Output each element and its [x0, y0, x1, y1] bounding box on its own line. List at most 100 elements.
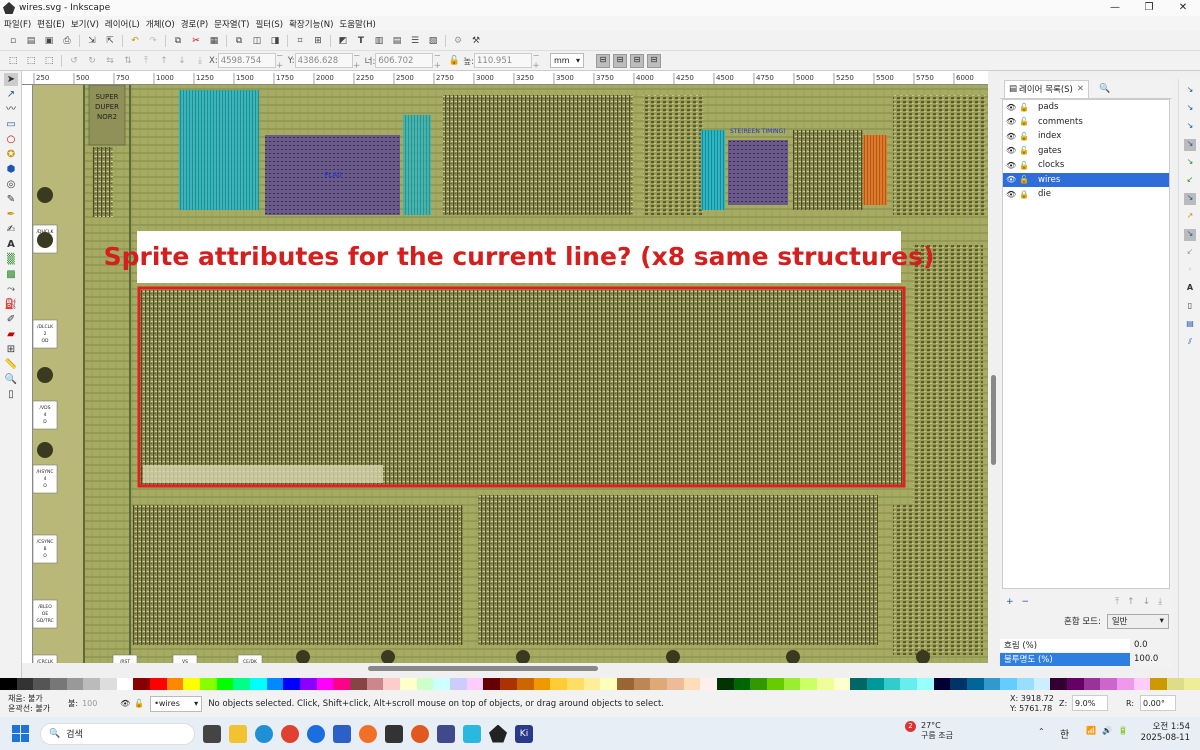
snap-bbox-icon[interactable]: ↘	[1184, 103, 1196, 115]
print-icon[interactable]: ⎙	[61, 35, 73, 47]
search-icon[interactable]: 🔍	[1099, 83, 1111, 95]
cut-icon[interactable]: ✂	[190, 35, 202, 47]
redo-icon[interactable]: ↷	[147, 35, 159, 47]
eye-icon[interactable]: 👁	[120, 699, 130, 708]
color-swatch[interactable]	[950, 678, 967, 690]
color-swatch[interactable]	[616, 678, 634, 690]
color-swatch[interactable]	[816, 678, 834, 690]
copy-icon[interactable]: ⧉	[172, 35, 184, 47]
layer-row-wires[interactable]: 👁 🔓 wires	[1003, 172, 1169, 187]
duplicate-icon[interactable]: ⧉	[233, 35, 245, 47]
eraser-tool-icon[interactable]: ▩	[4, 268, 18, 281]
minimize-button[interactable]: —	[1098, 0, 1132, 16]
menu-view[interactable]: 보기(V)	[71, 18, 99, 30]
color-swatch[interactable]	[600, 678, 617, 690]
color-swatch[interactable]	[966, 678, 984, 690]
menu-object[interactable]: 개체(O)	[146, 18, 175, 30]
color-swatch[interactable]	[916, 678, 934, 690]
ellipse-tool-icon[interactable]: ○	[4, 133, 18, 146]
color-swatch[interactable]	[383, 678, 401, 690]
terminal-icon[interactable]	[385, 724, 403, 743]
menu-path[interactable]: 경로(P)	[181, 18, 208, 30]
ungroup-icon[interactable]: ⊞	[312, 35, 324, 47]
inkscape-taskbar-icon[interactable]	[489, 724, 507, 743]
width-stepper[interactable]: −+	[433, 51, 441, 71]
color-swatch[interactable]	[633, 678, 651, 690]
rotate-ccw-icon[interactable]: ↺	[68, 55, 80, 67]
color-swatch[interactable]	[1100, 678, 1118, 690]
color-swatch[interactable]	[516, 678, 534, 690]
color-swatch[interactable]	[733, 678, 751, 690]
menu-help[interactable]: 도움말(H)	[339, 18, 375, 30]
eye-icon[interactable]: 👁	[1006, 161, 1016, 170]
menu-text[interactable]: 문자열(T)	[214, 18, 249, 30]
firefox-icon[interactable]	[359, 724, 377, 743]
new-document-icon[interactable]: ▫	[7, 35, 19, 47]
color-swatch[interactable]	[150, 678, 167, 690]
color-swatch[interactable]	[500, 678, 517, 690]
color-swatch[interactable]	[983, 678, 1001, 690]
color-swatch[interactable]	[683, 678, 701, 690]
color-swatch[interactable]	[1133, 678, 1151, 690]
menu-filters[interactable]: 필터(S)	[255, 18, 283, 30]
annotation-text[interactable]: Sprite attributes for the current line? …	[104, 242, 935, 271]
color-swatch[interactable]	[1083, 678, 1101, 690]
objects-icon[interactable]: ▧	[427, 35, 439, 47]
gradient-tool-icon[interactable]: ▰	[4, 328, 18, 341]
color-swatch[interactable]	[366, 678, 384, 690]
fill-stroke-icon[interactable]: ◩	[337, 35, 349, 47]
layer-row-gates[interactable]: 👁 🔓 gates	[1003, 144, 1169, 159]
color-swatch[interactable]	[16, 678, 34, 690]
dropper-tool-icon[interactable]: ✐	[4, 313, 18, 326]
color-swatch[interactable]	[1000, 678, 1017, 690]
import-icon[interactable]: ⇲	[86, 35, 98, 47]
color-swatch[interactable]	[1183, 678, 1200, 690]
file-explorer-icon[interactable]	[229, 724, 247, 743]
search-box[interactable]: 🔍 검색	[40, 722, 195, 745]
layers-icon[interactable]: ▥	[373, 35, 385, 47]
horizontal-scrollbar[interactable]	[33, 663, 988, 675]
text-font-icon[interactable]: T	[355, 35, 367, 47]
pages-tool-icon[interactable]: ▯	[4, 388, 18, 401]
weather-widget[interactable]: 2 27°C 구름 조금	[905, 721, 953, 741]
notepad-icon[interactable]	[463, 724, 481, 743]
color-swatch[interactable]	[750, 678, 767, 690]
ime-indicator[interactable]: 한	[1060, 726, 1069, 741]
color-swatch[interactable]	[766, 678, 784, 690]
menu-edit[interactable]: 편집(E)	[37, 18, 65, 30]
move-bottom-icon[interactable]: ⤓	[1158, 597, 1162, 607]
app-icon[interactable]	[307, 724, 325, 743]
eye-icon[interactable]: 👁	[1006, 117, 1016, 126]
menu-layer[interactable]: 레이어(L)	[105, 18, 140, 30]
color-swatch[interactable]	[783, 678, 801, 690]
eye-icon[interactable]: 👁	[1006, 190, 1016, 199]
color-swatch[interactable]	[1033, 678, 1051, 690]
mail-icon[interactable]	[333, 724, 351, 743]
fill-stroke-indicator[interactable]: 채움: 불가 윤곽선: 불가	[0, 694, 60, 714]
vertical-ruler[interactable]	[22, 85, 33, 663]
color-swatch[interactable]	[33, 678, 51, 690]
move-gradients-icon[interactable]: ⊟	[630, 53, 644, 68]
edge-icon[interactable]	[255, 724, 273, 743]
horizontal-scroll-thumb[interactable]	[368, 666, 598, 671]
color-swatch[interactable]	[716, 678, 734, 690]
snap-nodes-icon[interactable]: ↘	[1184, 139, 1196, 151]
save-icon[interactable]: ▣	[43, 35, 55, 47]
color-swatch[interactable]	[666, 678, 684, 690]
clone-icon[interactable]: ◫	[251, 35, 263, 47]
app-orange-icon[interactable]	[411, 724, 429, 743]
move-patterns-icon[interactable]: ⊟	[647, 53, 661, 68]
color-swatch[interactable]	[1150, 678, 1168, 690]
color-swatch[interactable]	[233, 678, 251, 690]
current-layer-select[interactable]: •wires ▾	[150, 695, 203, 712]
lower-layer-icon[interactable]: ↓	[1143, 597, 1151, 607]
3d-box-tool-icon[interactable]: ⬢	[4, 163, 18, 176]
star-tool-icon[interactable]: ✪	[4, 148, 18, 161]
color-swatch[interactable]	[66, 678, 84, 690]
node-tool-icon[interactable]: ↗	[4, 88, 18, 101]
snap-intersection-icon[interactable]: ↙	[1184, 175, 1196, 187]
snap-page-border-icon[interactable]: ▯	[1184, 301, 1196, 313]
move-top-icon[interactable]: ⤒	[1115, 597, 1119, 607]
select-all-icon[interactable]: ⬚	[7, 55, 19, 67]
blend-mode-select[interactable]: 일반 ▾	[1106, 613, 1169, 629]
